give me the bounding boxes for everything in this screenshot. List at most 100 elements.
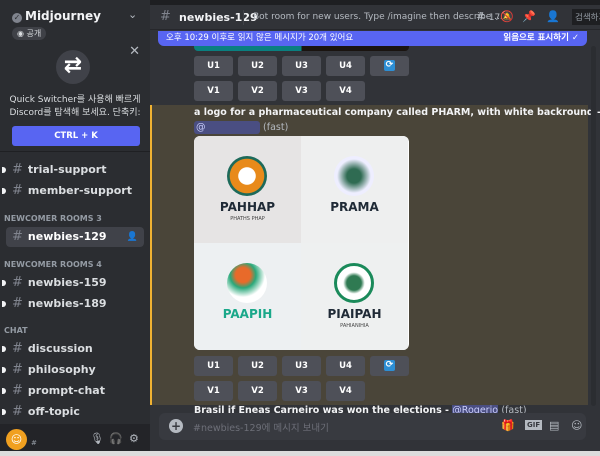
server-name[interactable]: ✓ Midjourney xyxy=(12,9,101,23)
notifications-muted-icon[interactable]: 🔕 xyxy=(500,10,514,23)
add-attachment-icon[interactable]: + xyxy=(169,419,183,433)
channel-trial-support[interactable]: # trial-support xyxy=(2,160,144,180)
mark-as-read-button[interactable]: 읽음으로 표시하기 ✓ xyxy=(503,31,579,46)
logo-graphic xyxy=(227,263,267,303)
channel-label: off-topic xyxy=(27,405,80,418)
category-header[interactable]: NEWCOMER ROOMS 4 xyxy=(4,260,102,269)
unread-indicator xyxy=(2,280,6,286)
logo-graphic xyxy=(334,263,374,303)
hash-icon: # xyxy=(12,383,23,398)
headphones-icon[interactable]: 🎧 xyxy=(109,432,123,445)
sidebar: ✓ Midjourney ⌄ ◉ 공개 ✕ ⇄ Quick Switcher를 사… xyxy=(0,0,150,456)
message-meta: @ (fast) xyxy=(194,121,288,134)
u2-button[interactable]: U2 xyxy=(238,356,277,376)
refresh-icon: ⟳ xyxy=(384,360,395,371)
threads-count: 17 xyxy=(488,13,501,23)
member-list-icon[interactable]: 👤 xyxy=(546,10,560,23)
channel-newbies-189[interactable]: # newbies-189 xyxy=(2,294,144,314)
u1-button[interactable]: U1 xyxy=(194,356,233,376)
v4-button[interactable]: V4 xyxy=(326,81,365,101)
pin-icon[interactable]: 📌 xyxy=(522,10,536,23)
image-tile-1[interactable]: PAHHAP PHATHS PHAP xyxy=(194,136,301,243)
reroll-button[interactable]: ⟳ xyxy=(370,356,409,376)
channel-header: # newbies-129 Bot room for new users. Ty… xyxy=(150,5,600,30)
user-mention[interactable]: @ xyxy=(194,121,260,134)
u4-button[interactable]: U4 xyxy=(326,56,365,76)
reroll-button[interactable]: ⟳ xyxy=(370,56,409,76)
unread-indicator xyxy=(2,346,6,352)
speed-label: (fast) xyxy=(501,405,527,413)
threads-icon[interactable]: # 17 xyxy=(476,10,500,23)
v3-button[interactable]: V3 xyxy=(282,381,321,401)
image-tile-3[interactable]: PAAPIH xyxy=(194,243,301,350)
hash-icon: # xyxy=(12,229,23,244)
search-input[interactable]: 검색하기 xyxy=(572,9,600,25)
invite-member-icon[interactable]: 👤 xyxy=(127,227,138,247)
channel-prompt-chat[interactable]: # prompt-chat xyxy=(2,381,144,401)
channel-label: newbies-159 xyxy=(27,276,107,289)
previous-image xyxy=(194,46,409,51)
ctrl-k-button[interactable]: CTRL + K xyxy=(12,126,140,146)
emoji-icon[interactable]: ☺ xyxy=(571,419,582,432)
channel-member-support[interactable]: # member-support xyxy=(2,181,144,201)
tile-title: PAHHAP xyxy=(219,200,276,214)
category-header[interactable]: NEWCOMER ROOMS 3 xyxy=(4,214,102,223)
message-placeholder: #newbies-129에 메시지 보내기 xyxy=(193,423,329,434)
channel-topic[interactable]: Bot room for new users. Type /imagine th… xyxy=(253,12,503,22)
avatar[interactable]: ☺ xyxy=(6,429,27,450)
v2-button[interactable]: V2 xyxy=(238,381,277,401)
channel-newbies-159[interactable]: # newbies-159 xyxy=(2,273,144,293)
unread-banner[interactable]: 오후 10:29 이후로 읽지 않은 메시지가 20개 있어요 읽음으로 표시하기… xyxy=(158,31,587,46)
u3-button[interactable]: U3 xyxy=(282,356,321,376)
hash-icon: # xyxy=(12,341,23,356)
u1-button[interactable]: U1 xyxy=(194,56,233,76)
channel-label: newbies-189 xyxy=(27,297,107,310)
microphone-icon[interactable]: 🎙 xyxy=(90,432,104,445)
gif-button[interactable]: GIF xyxy=(525,420,543,430)
v2-button[interactable]: V2 xyxy=(238,81,277,101)
settings-gear-icon[interactable]: ⚙ xyxy=(129,432,139,445)
message-input[interactable]: + #newbies-129에 메시지 보내기 🎁 GIF ▤ ☺ xyxy=(159,413,586,440)
v1-button[interactable]: V1 xyxy=(194,81,233,101)
unread-indicator xyxy=(2,167,6,173)
image-grid[interactable]: PAHHAP PHATHS PHAP PRAMA PAAPIH PIAIPAH PA… xyxy=(194,136,409,350)
u2-button[interactable]: U2 xyxy=(238,56,277,76)
next-message-text: Brasil if Eneas Carneiro was won the ele… xyxy=(194,405,449,413)
channel-newbies-129[interactable]: # newbies-129 👤 xyxy=(6,227,144,247)
u4-button[interactable]: U4 xyxy=(326,356,365,376)
unread-indicator xyxy=(2,301,6,307)
mark-as-read-label: 읽음으로 표시하기 xyxy=(503,33,569,43)
channel-label: trial-support xyxy=(27,163,107,176)
sticker-icon[interactable]: ▤ xyxy=(549,419,559,432)
image-tile-4[interactable]: PIAIPAH PAHIANIHIA xyxy=(301,243,408,350)
channel-off-topic[interactable]: # off-topic xyxy=(2,402,144,422)
channel-discussion[interactable]: # discussion xyxy=(2,339,144,359)
scrollbar[interactable] xyxy=(591,46,596,406)
quick-switcher-text: Quick Switcher를 사용해 빠르게 Discord를 탐색해 보세요… xyxy=(9,95,141,118)
tile-title: PRAMA xyxy=(330,200,379,214)
v1-button[interactable]: V1 xyxy=(194,381,233,401)
channel-label: member-support xyxy=(27,184,132,197)
logo-graphic xyxy=(334,156,374,196)
category-header[interactable]: CHAT xyxy=(4,326,28,335)
v3-button[interactable]: V3 xyxy=(282,81,321,101)
u3-button[interactable]: U3 xyxy=(282,56,321,76)
channel-label: discussion xyxy=(27,342,93,355)
tile-title: PAAPIH xyxy=(222,307,273,321)
image-tile-2[interactable]: PRAMA xyxy=(301,136,408,243)
chevron-down-icon[interactable]: ⌄ xyxy=(128,8,137,21)
unread-text: 오후 10:29 이후로 읽지 않은 메시지가 20개 있어요 xyxy=(166,33,354,43)
divider xyxy=(243,10,244,25)
v4-button[interactable]: V4 xyxy=(326,381,365,401)
user-mention[interactable]: @Rogerio xyxy=(452,405,499,413)
gift-icon[interactable]: 🎁 xyxy=(501,419,515,432)
unread-indicator xyxy=(2,367,6,373)
hash-icon: # xyxy=(12,183,23,198)
refresh-icon: ⟳ xyxy=(384,60,395,71)
channel-philosophy[interactable]: # philosophy xyxy=(2,360,144,380)
logo-graphic xyxy=(227,156,267,196)
close-icon[interactable]: ✕ xyxy=(129,44,140,59)
hash-icon: # xyxy=(12,162,23,177)
channel-label: newbies-129 xyxy=(27,230,107,243)
public-badge: ◉ 공개 xyxy=(12,27,47,40)
